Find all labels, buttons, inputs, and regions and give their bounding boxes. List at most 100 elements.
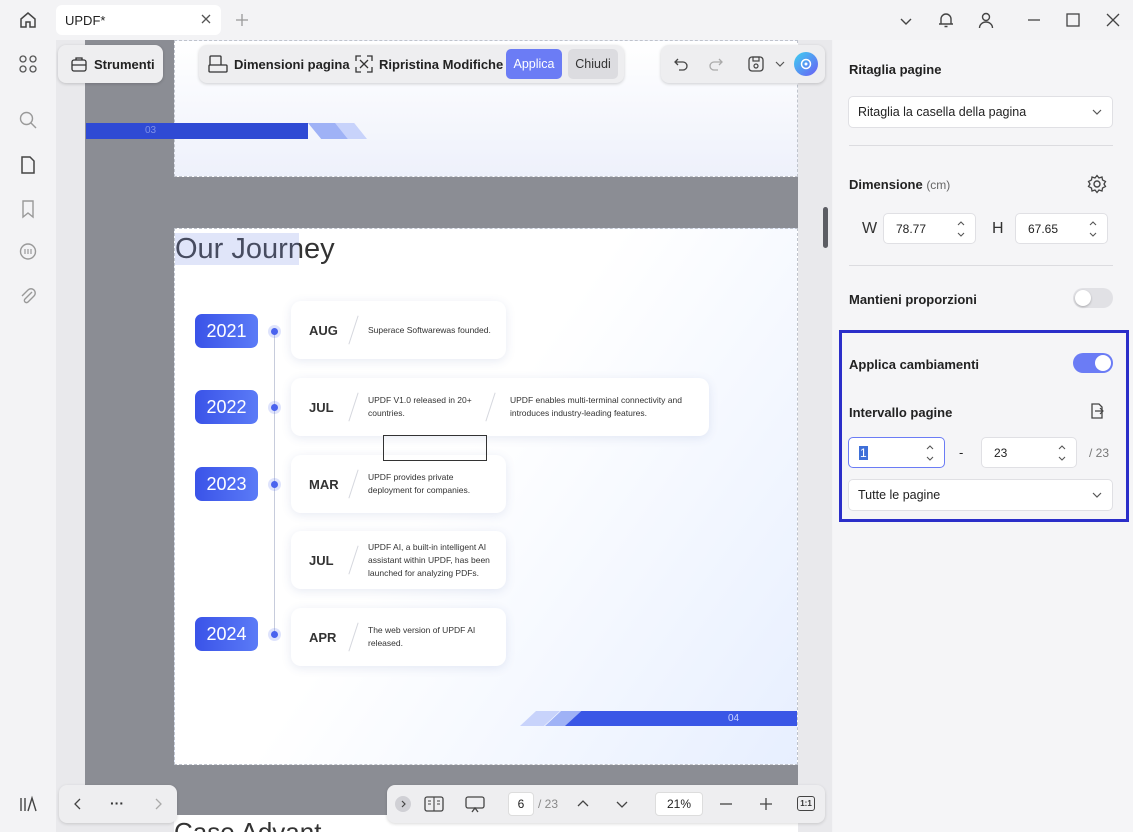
page-nav-main: 6 / 23 21% 1:1	[387, 785, 825, 823]
height-input[interactable]: 67.65	[1015, 213, 1108, 244]
new-tab-icon[interactable]	[233, 11, 251, 29]
year-badge: 2022	[195, 390, 258, 424]
chevron-right-icon[interactable]	[149, 795, 167, 813]
zoom-input[interactable]: 21%	[655, 792, 703, 816]
timeline-dot	[271, 481, 278, 488]
timeline-card: APR The web version of UPDF AI released.	[291, 608, 506, 666]
page-nav-left: ···	[59, 785, 177, 823]
timeline-card: JUL UPDF V1.0 released in 20+ countries.…	[291, 378, 709, 436]
pdf-page-4: Our Journey 2021 AUG Superace Softwarewa…	[174, 228, 798, 765]
expand-arrow-icon[interactable]	[395, 796, 411, 812]
search-icon[interactable]	[16, 108, 40, 132]
stepper-arrows-icon[interactable]	[956, 219, 966, 239]
page-heading: Case Advant	[174, 817, 322, 832]
edit-toolbar	[661, 45, 825, 83]
bookmark-icon[interactable]	[16, 197, 40, 221]
title-bar: UPDF*	[0, 0, 1133, 40]
timeline-dot	[271, 328, 278, 335]
comment-icon[interactable]	[16, 240, 40, 264]
page-band	[565, 711, 797, 726]
text-selection-highlight	[175, 233, 299, 265]
minimize-icon[interactable]	[1024, 10, 1044, 30]
range-to-input[interactable]: 23	[981, 437, 1077, 468]
timeline-card: AUG Superace Softwarewas founded.	[291, 301, 506, 359]
document-tab[interactable]: UPDF*	[56, 5, 221, 35]
close-window-icon[interactable]	[1103, 10, 1123, 30]
chevron-down-icon[interactable]	[897, 12, 915, 30]
apps-grid-icon[interactable]	[16, 52, 40, 76]
page-range-icon[interactable]	[1087, 401, 1107, 421]
timeline-card: JUL UPDF AI, a built-in intelligent AI a…	[291, 531, 506, 589]
timeline-dot	[271, 404, 278, 411]
page-size-icon	[208, 55, 228, 73]
page-size-button[interactable]: Dimensioni pagina	[208, 55, 350, 73]
month-label: MAR	[309, 477, 339, 492]
apply-changes-toggle[interactable]	[1073, 353, 1113, 373]
vertical-scrollbar[interactable]	[823, 207, 828, 248]
crop-mask-left	[85, 228, 174, 765]
total-pages: / 23	[538, 797, 559, 811]
save-icon[interactable]	[746, 54, 766, 74]
keep-ratio-toggle[interactable]	[1073, 288, 1113, 308]
crop-reset-icon	[355, 55, 373, 73]
crop-mode-select[interactable]: Ritaglia la casella della pagina	[848, 96, 1113, 128]
reset-changes-button[interactable]: Ripristina Modifiche	[355, 55, 503, 73]
tools-button[interactable]: Strumenti	[70, 55, 155, 73]
width-label: W	[862, 220, 878, 237]
month-label: JUL	[309, 553, 334, 568]
stepper-arrows-icon[interactable]	[925, 443, 935, 463]
chevron-up-icon[interactable]	[574, 795, 592, 813]
event-text-2: UPDF enables multi-terminal connectivity…	[510, 395, 682, 418]
event-text: The web version of UPDF AI released.	[368, 625, 476, 648]
pages-icon[interactable]	[16, 153, 40, 177]
page-band	[86, 123, 308, 139]
current-page-input[interactable]: 6	[508, 792, 534, 816]
page-layout-icon[interactable]	[423, 794, 445, 814]
page-number: 03	[145, 125, 157, 136]
save-options-chevron-icon[interactable]	[773, 57, 787, 71]
width-input[interactable]: 78.77	[883, 213, 976, 244]
crop-mask-gap	[85, 178, 798, 228]
range-total: / 23	[1089, 446, 1110, 460]
undo-icon[interactable]	[671, 54, 691, 74]
layers-icon[interactable]	[16, 792, 40, 816]
apply-changes-label: Applica cambiamenti	[849, 357, 980, 372]
updf-ai-icon[interactable]	[794, 52, 818, 76]
month-label: APR	[309, 630, 337, 645]
keep-ratio-label: Mantieni proporzioni	[849, 292, 977, 307]
gear-icon[interactable]	[1086, 173, 1108, 195]
page-range-label: Intervallo pagine	[849, 405, 953, 420]
divider	[849, 145, 1113, 146]
bell-icon[interactable]	[936, 10, 956, 30]
year-badge: 2021	[195, 314, 258, 348]
actual-size-button[interactable]: 1:1	[797, 796, 815, 811]
home-icon[interactable]	[16, 9, 40, 31]
chevron-left-icon[interactable]	[69, 795, 87, 813]
page-number: 04	[728, 713, 740, 724]
presentation-icon[interactable]	[463, 794, 487, 814]
stepper-arrows-icon[interactable]	[1088, 219, 1098, 239]
redo-icon[interactable]	[706, 54, 726, 74]
divider	[849, 265, 1113, 266]
stepper-arrows-icon[interactable]	[1057, 443, 1067, 463]
year-badge: 2024	[195, 617, 258, 651]
zoom-out-icon[interactable]	[717, 795, 735, 813]
tab-title: UPDF*	[65, 13, 106, 28]
apply-button[interactable]: Applica	[506, 49, 562, 79]
crop-toolbar: Dimensioni pagina Ripristina Modifiche A…	[199, 45, 624, 83]
close-tab-icon[interactable]	[199, 12, 213, 26]
year-badge: 2023	[195, 467, 258, 501]
month-label: AUG	[309, 323, 338, 338]
more-button[interactable]: ···	[110, 795, 124, 811]
zoom-in-icon[interactable]	[757, 795, 775, 813]
user-icon[interactable]	[976, 10, 996, 30]
month-label: JUL	[309, 400, 334, 415]
pages-select[interactable]: Tutte le pagine	[848, 479, 1113, 511]
attachment-icon[interactable]	[16, 284, 40, 308]
maximize-icon[interactable]	[1063, 10, 1083, 30]
selection-box[interactable]	[383, 435, 487, 461]
close-button[interactable]: Chiudi	[568, 49, 618, 79]
chevron-down-icon[interactable]	[613, 795, 631, 813]
event-text: UPDF V1.0 released in 20+ countries.	[368, 395, 472, 418]
range-from-input[interactable]: 1	[848, 437, 945, 468]
